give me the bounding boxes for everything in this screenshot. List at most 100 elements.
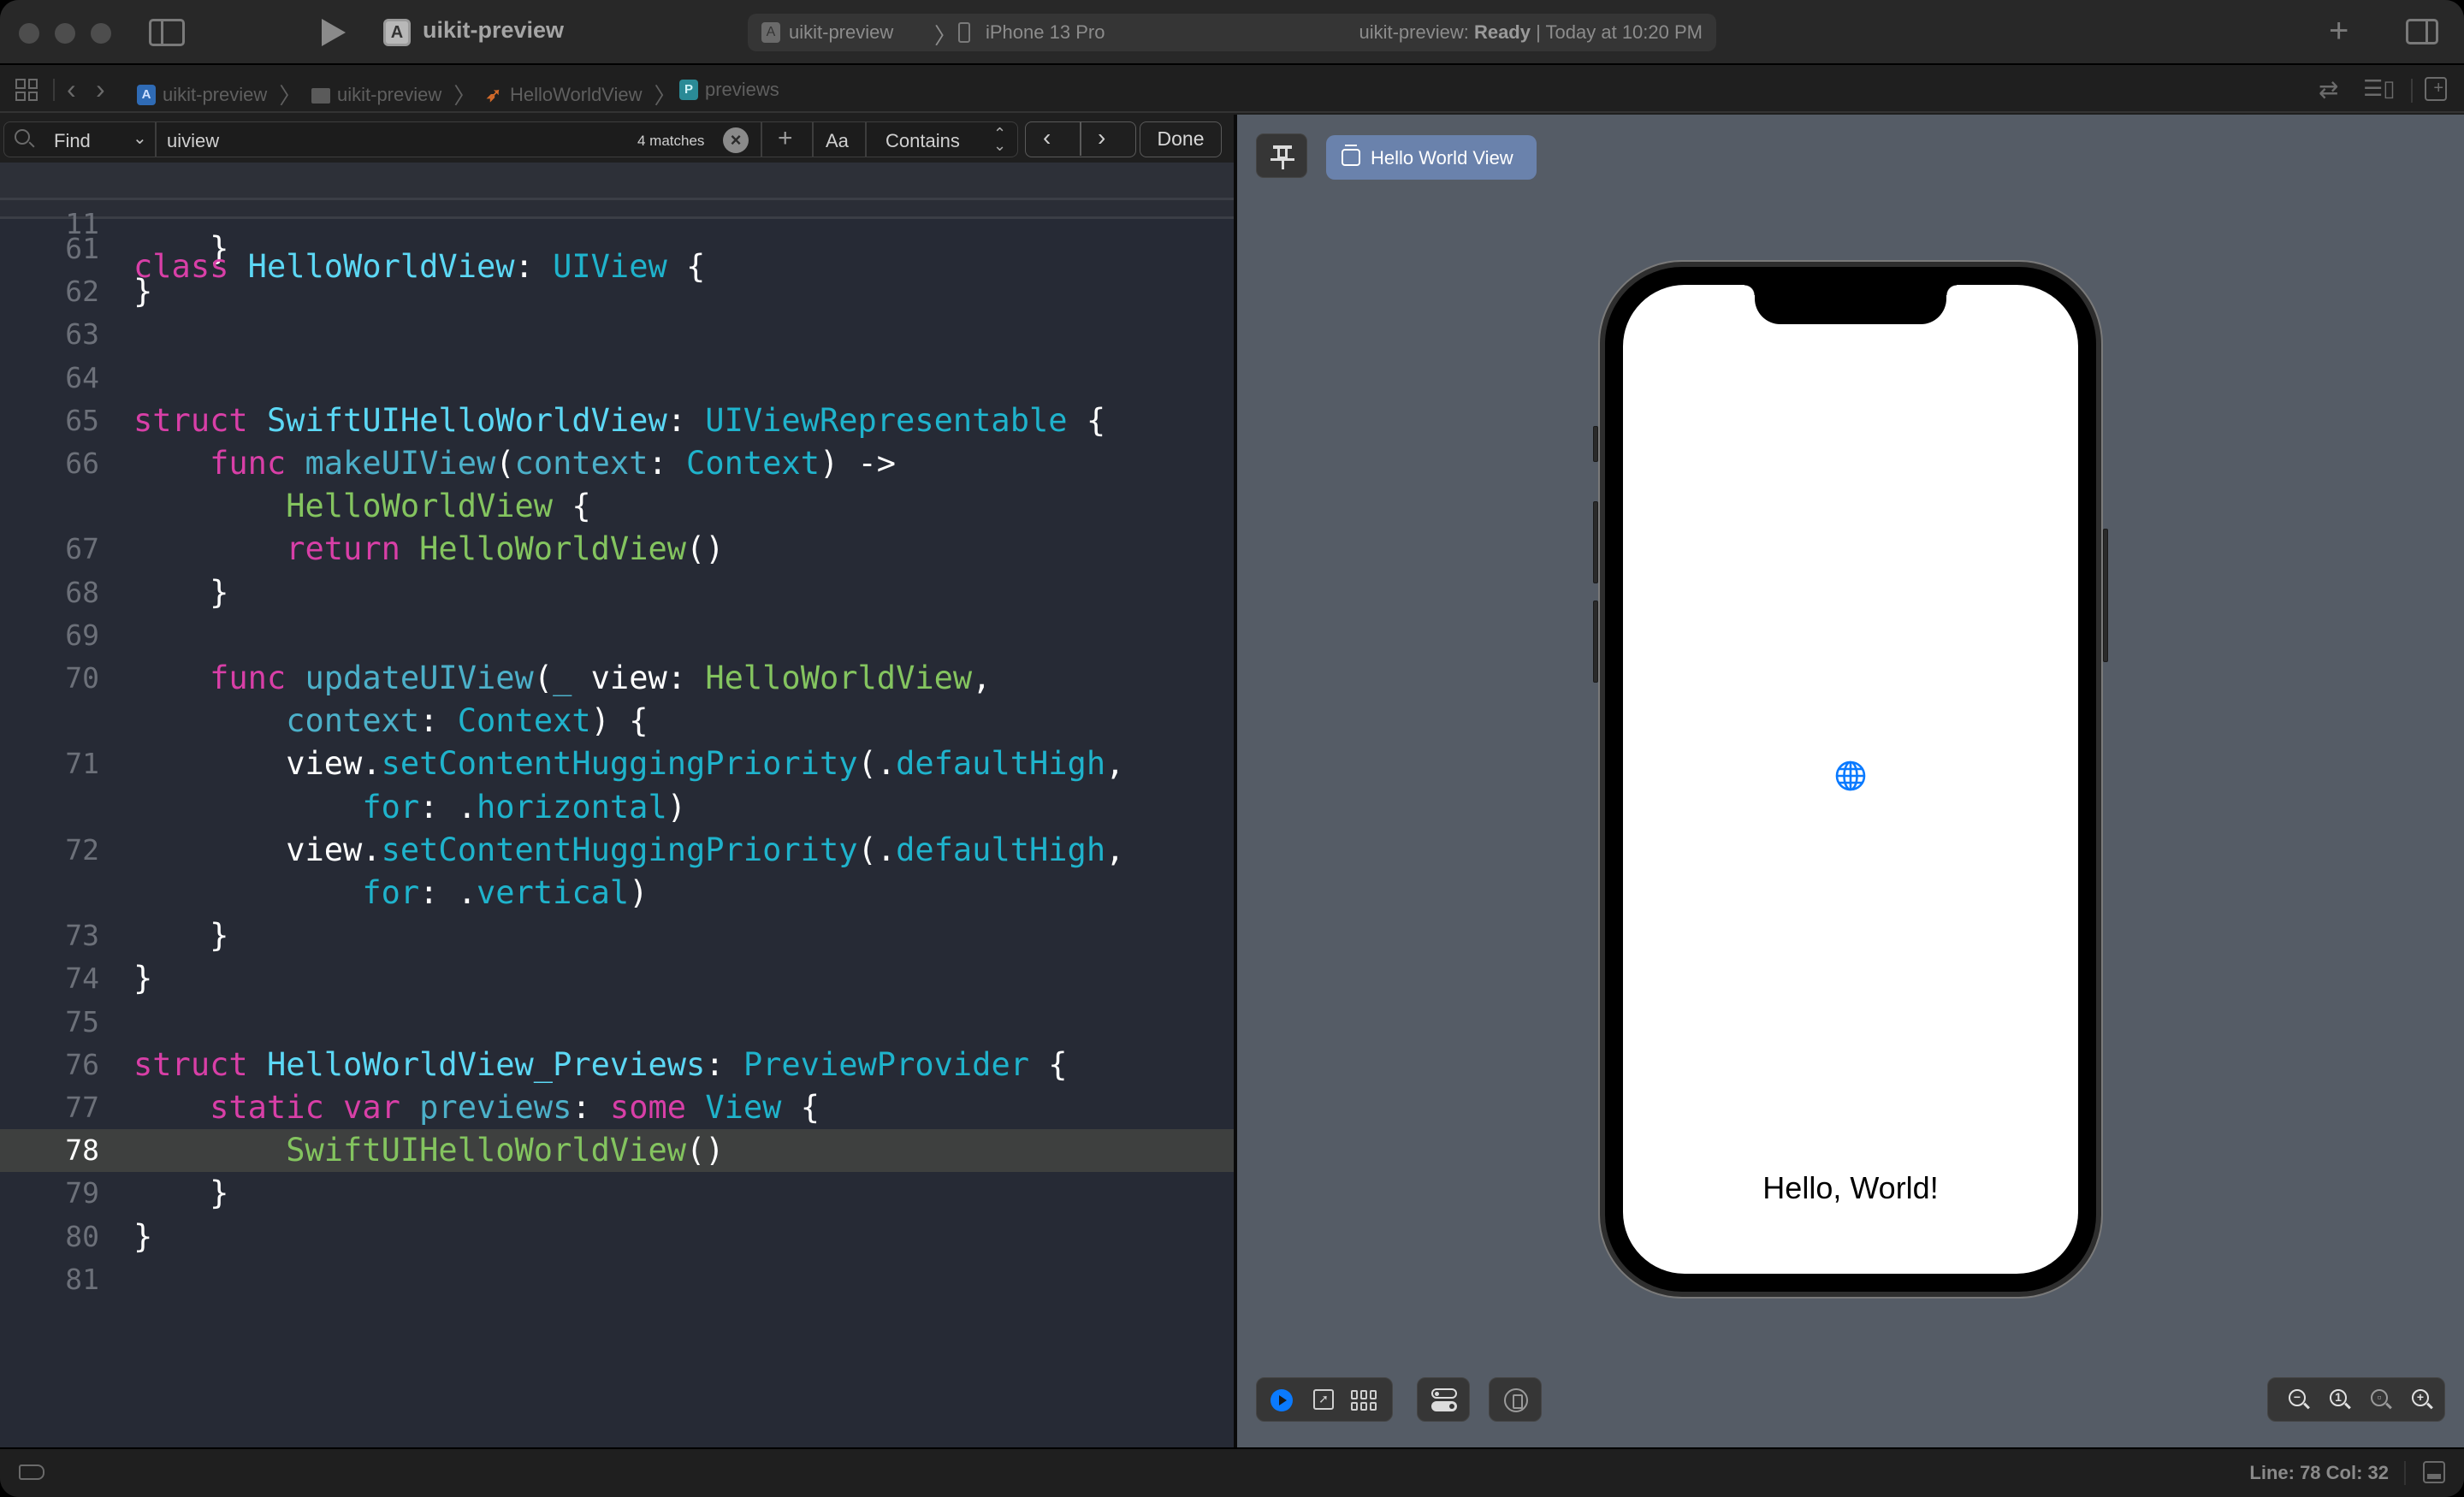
line-number[interactable]: 75 [0,1001,99,1044]
switch-editor-icon[interactable]: ⇄ [2319,75,2338,104]
zoom-to-fit-icon[interactable]: ▫ [2371,1389,2393,1411]
code-line[interactable]: 63 [0,313,1234,356]
code-line[interactable]: 67 return HelloWorldView() [0,528,1234,571]
code-text: view.setContentHuggingPriority(.defaultH… [133,829,1124,872]
code-line[interactable]: 66 func makeUIView(context: Context) -> [0,442,1234,485]
code-token: view. [133,745,382,783]
code-line[interactable]: 71 view.setContentHuggingPriority(.defau… [0,743,1234,785]
line-number[interactable]: 78 [0,1129,99,1172]
preview-tab[interactable]: Hello World View [1326,135,1537,180]
line-number[interactable]: 70 [0,657,99,700]
code-line[interactable]: 81 [0,1258,1234,1301]
code-line[interactable]: for: .vertical) [0,872,1234,914]
selectable-mode-icon[interactable]: ➚ [1313,1389,1334,1410]
app-scheme-icon[interactable]: A [383,19,411,46]
line-number[interactable]: 76 [0,1044,99,1086]
line-number[interactable]: 65 [0,399,99,442]
debug-area-tag-icon[interactable] [19,1464,44,1480]
canvas-settings-control [1417,1377,1470,1422]
current-code-line[interactable]: 78 SwiftUIHelloWorldView() [0,1129,1234,1173]
device-picker-icon[interactable] [1504,1388,1528,1412]
line-number[interactable]: 72 [0,829,99,872]
close-window-button[interactable] [19,23,39,44]
updown-chevron-icon[interactable]: ⌃ ⌄ [993,126,1006,153]
inspector-toggle-icon[interactable] [2406,19,2438,44]
line-number[interactable]: 69 [0,614,99,657]
zoom-window-button[interactable] [91,23,111,44]
chevron-down-icon[interactable]: ⌄ [133,127,147,149]
add-editor-icon[interactable]: + [2425,77,2447,101]
next-match-button[interactable]: › [1098,124,1105,151]
line-number[interactable]: 64 [0,357,99,399]
line-number[interactable]: 77 [0,1086,99,1129]
forward-chevron-icon[interactable]: › [96,74,105,105]
breadcrumb-file[interactable]: ➶ HelloWorldView 〉 [484,79,677,110]
variants-grid-icon[interactable] [1351,1390,1377,1411]
code-line[interactable]: 73 } [0,914,1234,957]
code-line[interactable]: 74} [0,957,1234,1000]
zoom-in-icon[interactable]: + [2412,1389,2434,1411]
related-items-icon[interactable] [15,79,38,101]
scheme-name[interactable]: uikit-preview [423,17,564,44]
toggle-debug-area-icon[interactable] [2423,1461,2445,1483]
line-number[interactable]: 66 [0,442,99,485]
run-destination-device[interactable]: iPhone 13 Pro [986,21,1105,44]
line-number[interactable]: 71 [0,743,99,785]
line-number[interactable]: 74 [0,957,99,1000]
line-number[interactable]: 81 [0,1258,99,1301]
code-line[interactable]: for: .horizontal) [0,786,1234,829]
code-line[interactable]: 72 view.setContentHuggingPriority(.defau… [0,829,1234,872]
zoom-100-icon[interactable]: 1 [2330,1389,2352,1411]
done-button[interactable]: Done [1140,121,1222,157]
clear-search-icon[interactable]: × [723,127,749,153]
source-editor[interactable]: 11 class HelloWorldView: UIView { 59 req… [0,163,1234,1447]
minimize-window-button[interactable] [55,23,75,44]
device-screen[interactable]: Hello, World! [1623,285,2078,1274]
previous-match-button[interactable]: ‹ [1043,124,1051,151]
device-settings-toggles-icon[interactable] [1431,1388,1457,1412]
code-line[interactable]: 64 [0,357,1234,399]
code-token: : [419,702,458,740]
line-number[interactable]: 79 [0,1172,99,1215]
code-line[interactable]: HelloWorldView { [0,485,1234,528]
breadcrumb-project[interactable]: A uikit-preview 〉 [137,79,301,110]
code-token: some [609,1089,687,1126]
code-line[interactable]: 80} [0,1216,1234,1258]
library-add-icon[interactable]: + [2329,14,2348,48]
line-number[interactable]: 67 [0,528,99,571]
code-line[interactable]: context: Context) { [0,700,1234,743]
zoom-out-icon[interactable]: − [2289,1389,2311,1411]
navigator-toggle-icon[interactable] [149,19,185,46]
code-line[interactable]: 68 } [0,571,1234,614]
code-line[interactable]: 76 struct HelloWorldView_Previews: Previe… [0,1044,1234,1086]
code-text: func updateUIView(_ view: HelloWorldView… [133,657,991,700]
code-line[interactable]: 75 [0,1001,1234,1044]
breadcrumb-symbol[interactable]: P previews [679,79,779,101]
match-type-select[interactable]: Contains [886,130,960,152]
sticky-scope-header[interactable]: 11 class HelloWorldView: UIView { [0,163,1234,285]
add-pattern-icon[interactable]: + [778,124,793,153]
run-destination-project[interactable]: uikit-preview [789,21,893,44]
line-number[interactable]: 80 [0,1216,99,1258]
breadcrumb-folder[interactable]: uikit-preview 〉 [311,79,476,110]
code-line[interactable]: 65 struct SwiftUIHelloWorldView: UIViewRe… [0,399,1234,442]
find-mode-menu[interactable]: Find [54,130,91,152]
line-number: 11 [65,207,99,240]
match-case-toggle[interactable]: Aa [826,130,849,152]
code-line[interactable]: 69 [0,614,1234,657]
editor-options-icon[interactable]: ☰▯ [2363,75,2396,102]
find-input[interactable] [167,130,612,152]
code-token: return [286,530,400,568]
code-line[interactable]: 77 static var previews: some View { [0,1086,1234,1129]
line-number[interactable]: 73 [0,914,99,957]
code-line[interactable]: 79 } [0,1172,1234,1215]
pin-preview-button[interactable] [1256,133,1307,178]
status-bar: Line: 78 Col: 32 [0,1447,2464,1497]
line-number[interactable]: 68 [0,571,99,614]
back-chevron-icon[interactable]: ‹ [67,74,76,105]
run-button-icon[interactable] [322,19,346,46]
code-line[interactable]: 70 func updateUIView(_ view: HelloWorldV… [0,657,1234,700]
live-preview-play-icon[interactable] [1270,1389,1293,1411]
